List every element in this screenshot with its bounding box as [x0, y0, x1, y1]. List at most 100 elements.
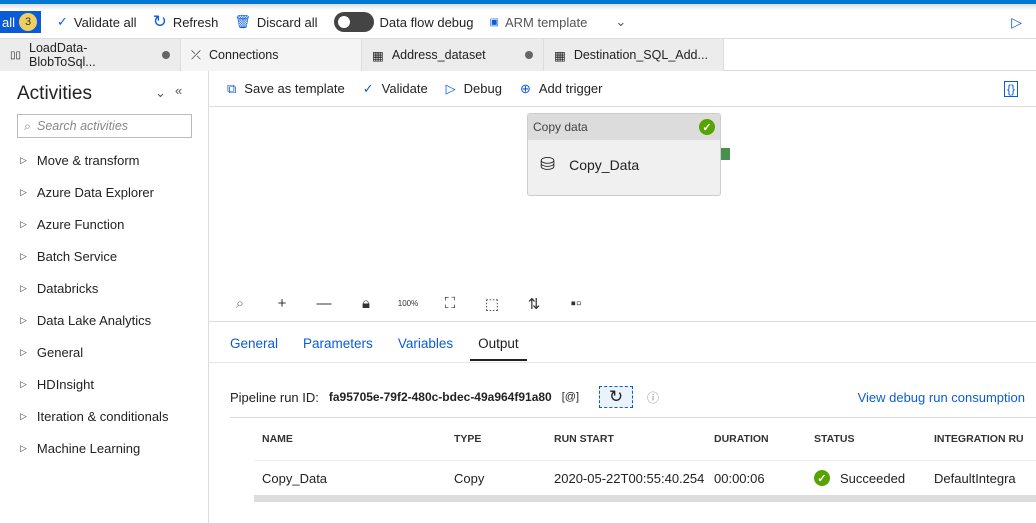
tab-pipeline[interactable]: ▯▯ LoadData-BlobToSql... [0, 39, 181, 71]
category-item[interactable]: ▷ Machine Learning [20, 441, 140, 456]
category-item[interactable]: ▷ Move & transform [20, 153, 140, 168]
zoom-out-icon[interactable]: — [303, 295, 345, 312]
expand-triangle-icon: ▷ [20, 379, 27, 389]
column-header: TYPE [454, 432, 482, 445]
category-label: Machine Learning [36, 441, 141, 456]
expand-triangle-icon: ▷ [20, 443, 27, 453]
table-header: NAME TYPE RUN START DURATION STATUS INTE… [254, 417, 1036, 461]
refresh-icon[interactable]: ↻ [599, 386, 633, 408]
label: Save as template [244, 81, 345, 96]
search-icon[interactable]: ⌕ [219, 295, 261, 312]
category-label: Data Lake Analytics [36, 313, 152, 328]
save-as-template-button[interactable]: ⧉ Save as template [227, 81, 345, 97]
run-id-row: Pipeline run ID: fa95705e-79f2-480c-bdec… [230, 386, 1036, 408]
database-icon: ⛁ [540, 154, 556, 174]
run-id-label: Pipeline run ID: [230, 389, 319, 405]
zoom-in-icon[interactable]: + [261, 295, 303, 312]
category-item[interactable]: ▷ Databricks [20, 281, 98, 296]
search-icon: ⌕ [24, 118, 32, 133]
tab-address-dataset[interactable]: ▦ Address_dataset [362, 39, 544, 71]
category-label: Azure Data Explorer [36, 185, 154, 200]
horizontal-scrollbar[interactable] [254, 495, 1036, 502]
success-check-icon: ✓ [699, 119, 715, 135]
panel-tabs: General Parameters Variables Output [230, 336, 552, 361]
search-placeholder: Search activities [37, 119, 129, 133]
node-type: Copy data [533, 120, 588, 134]
category-item[interactable]: ▷ Data Lake Analytics [20, 313, 151, 328]
check-icon: ✓ [57, 14, 68, 29]
validate-all-button[interactable]: ✓ Validate all [57, 14, 137, 30]
expand-triangle-icon: ▷ [20, 187, 27, 197]
table-row[interactable]: Copy_Data Copy 2020-05-22T00:55:40.254 0… [254, 461, 1036, 495]
label: Add trigger [538, 81, 603, 96]
category-label: Azure Function [36, 217, 125, 232]
pending-count-badge: 3 [19, 13, 38, 31]
category-item[interactable]: ▷ Iteration & conditionals [20, 409, 168, 424]
tab-parameters[interactable]: Parameters [303, 336, 373, 361]
category-item[interactable]: ▷ HDInsight [20, 377, 94, 392]
activity-node-copy-data[interactable]: Copy data ✓ ⛁ Copy_Data [527, 113, 721, 196]
publish-all-button[interactable]: all 3 [0, 11, 42, 33]
validate-button[interactable]: ✓ Validate [363, 81, 428, 97]
view-debug-run-consumption-link[interactable]: View debug run consumption [858, 390, 1025, 405]
collapse-sidebar-icon[interactable]: « [175, 83, 182, 98]
unsaved-dot [162, 51, 170, 59]
arm-template-dropdown[interactable]: ▣ ARM template ⌄ [490, 14, 627, 30]
category-item[interactable]: ▷ Azure Function [20, 217, 124, 232]
validate-all-label: Validate all [73, 14, 137, 30]
run-id-value: fa95705e-79f2-480c-bdec-49a964f91a80 [328, 390, 552, 404]
search-activities-input[interactable]: ⌕ Search activities [17, 114, 192, 138]
success-output-handle[interactable] [721, 148, 730, 160]
tab-destination-sql[interactable]: ▦ Destination_SQL_Add... [544, 39, 724, 71]
expand-triangle-icon: ▷ [20, 251, 27, 261]
category-label: Databricks [36, 281, 99, 296]
code-icon[interactable]: {} [1003, 80, 1018, 97]
data-flow-debug-toggle[interactable]: Data flow debug [333, 12, 474, 32]
label: Debug [463, 81, 502, 96]
tab-label: LoadData-BlobToSql... [29, 41, 96, 69]
select-icon[interactable]: ⬚ [471, 295, 513, 313]
toggle-switch[interactable] [333, 12, 374, 32]
debug-button[interactable]: ▷ Debug [446, 81, 502, 97]
fit-icon[interactable]: ⛶ [429, 295, 471, 312]
tab-variables[interactable]: Variables [398, 336, 453, 361]
zoom-100-icon[interactable]: 100% [387, 299, 429, 308]
run-icon[interactable]: ▷ [1011, 14, 1022, 31]
layout-icon[interactable]: ▪▫ [555, 295, 597, 312]
table-icon: ▦ [554, 48, 566, 63]
category-item[interactable]: ▷ General [20, 345, 83, 360]
template-icon: ⧉ [227, 80, 237, 96]
lock-icon[interactable]: 🔒︎ [345, 295, 387, 312]
cell-type: Copy [454, 470, 485, 486]
cell-duration: 00:00:06 [714, 470, 765, 486]
canvas-toolbar: ⌕ + — 🔒︎ 100% ⛶ ⬚ ⇅ ▪▫ [209, 286, 1036, 322]
collapse-all-icon[interactable]: ⌄ [155, 85, 166, 101]
auto-align-icon[interactable]: ⇅ [513, 295, 555, 313]
discard-all-button[interactable]: 🗑 Discard all [234, 14, 317, 30]
label: Validate [381, 81, 428, 96]
refresh-label: Refresh [172, 14, 219, 30]
expand-triangle-icon: ▷ [20, 347, 27, 357]
info-icon[interactable]: ⓘ [647, 389, 659, 406]
chevron-down-icon: ⌄ [615, 14, 627, 29]
tab-connections[interactable]: ⤫ Connections [181, 39, 362, 71]
trash-icon: 🗑 [234, 14, 251, 29]
expand-triangle-icon: ▷ [20, 155, 27, 165]
tab-general[interactable]: General [230, 336, 278, 361]
cell-integration-runtime: DefaultIntegra [934, 470, 1016, 486]
play-icon: ▷ [445, 80, 456, 96]
unsaved-dot [525, 51, 533, 59]
column-header: RUN START [554, 432, 614, 445]
cell-run-start: 2020-05-22T00:55:40.254 [554, 470, 705, 486]
cell-status: ✓ Succeeded [814, 470, 934, 486]
tab-label: Destination_SQL_Add... [573, 48, 708, 62]
refresh-icon: ↻ [152, 12, 167, 31]
category-item[interactable]: ▷ Azure Data Explorer [20, 185, 154, 200]
refresh-button[interactable]: ↻ Refresh [153, 12, 219, 32]
arm-template-label: ARM template [504, 14, 588, 30]
category-item[interactable]: ▷ Batch Service [20, 249, 117, 264]
tab-output[interactable]: Output [470, 336, 527, 361]
add-trigger-button[interactable]: ⊕ Add trigger [520, 81, 603, 97]
copy-run-id-button[interactable]: [@] [562, 391, 579, 403]
category-label: Batch Service [36, 249, 118, 264]
